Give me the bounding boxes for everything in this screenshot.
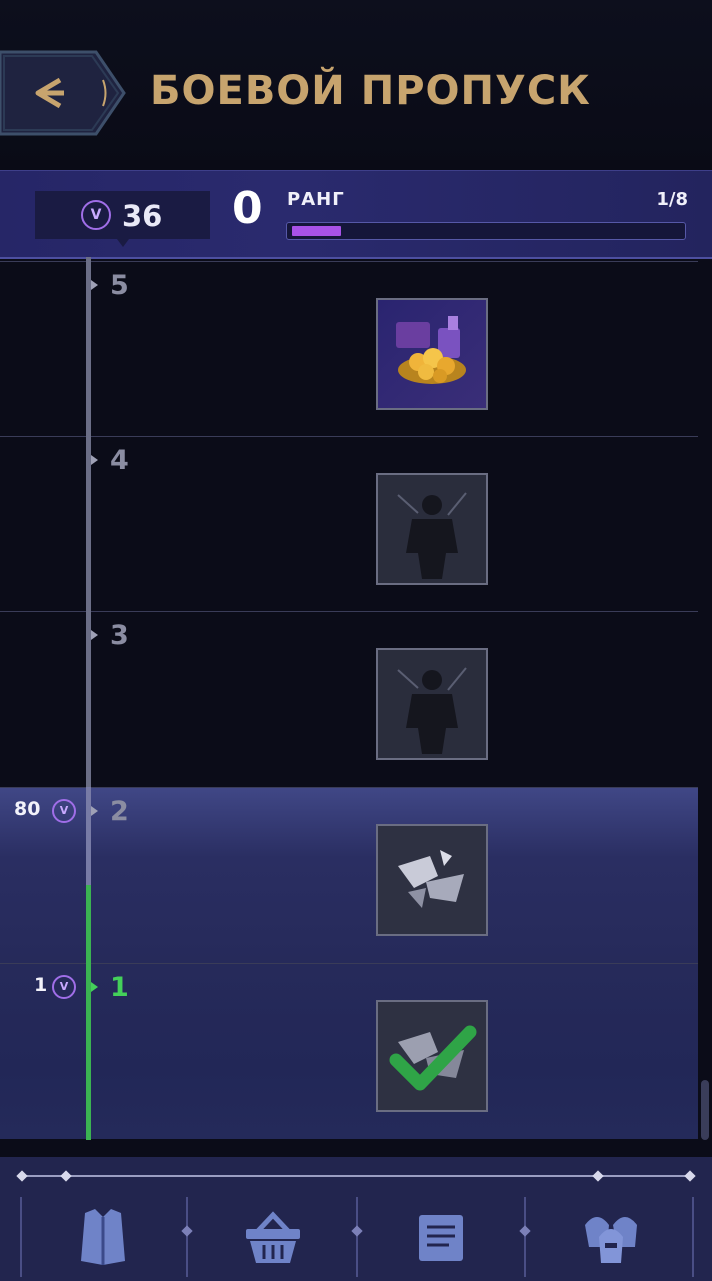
rank-number: 0	[232, 183, 263, 234]
reward-slot[interactable]	[376, 473, 488, 585]
currency-box: V 36	[35, 191, 210, 239]
back-arrow-icon	[0, 50, 126, 136]
divider-ornament	[60, 1170, 72, 1182]
divider-ornament	[592, 1170, 604, 1182]
reward-slot[interactable]	[376, 298, 488, 410]
tier-number: 1	[110, 972, 129, 1003]
tier-row: 1 V 1	[0, 963, 698, 1139]
tier-tick	[91, 982, 98, 992]
nav-separator	[692, 1197, 694, 1277]
reward-slot[interactable]	[376, 824, 488, 936]
v-coin-icon: V	[52, 799, 76, 823]
v-coin-icon: V	[81, 200, 111, 230]
nav-quests-button[interactable]	[406, 1202, 476, 1272]
locked-silhouette-icon	[378, 650, 486, 758]
nav-separator	[186, 1197, 188, 1277]
gold-treasure-icon	[396, 316, 466, 384]
quest-scroll-icon	[419, 1215, 463, 1261]
tier-cost: 1 V	[34, 974, 76, 999]
tier-row: 5	[0, 261, 698, 437]
rank-bar: V 36 0 РАНГ 1/8	[0, 170, 712, 259]
bottom-nav	[0, 1157, 712, 1281]
rank-progress-bar	[286, 222, 686, 240]
armor-icon	[81, 1209, 125, 1265]
tier-timeline	[86, 787, 91, 887]
currency-pointer	[117, 239, 129, 247]
divider-ornament	[16, 1170, 28, 1182]
reward-slot[interactable]	[376, 648, 488, 760]
nav-armor-button[interactable]	[68, 1202, 138, 1272]
tier-tick	[91, 280, 98, 290]
tier-number: 3	[110, 620, 129, 651]
nav-separator-ornament	[519, 1225, 531, 1237]
scrollbar[interactable]	[701, 1080, 709, 1140]
heroes-helmets-icon	[585, 1217, 637, 1263]
tier-timeline	[86, 257, 91, 787]
tier-list[interactable]: 5 4 3 80 V 2 1 V 1	[0, 257, 712, 1157]
locked-silhouette-icon	[378, 475, 486, 583]
currency-value: 36	[122, 199, 163, 233]
claimed-crystal-icon	[378, 1002, 486, 1110]
rank-label: РАНГ	[287, 189, 345, 210]
rank-progress-fill	[292, 226, 341, 236]
tier-tick	[91, 455, 98, 465]
nav-separator	[524, 1197, 526, 1277]
tier-cost: 80 V	[14, 798, 76, 823]
nav-separator	[356, 1197, 358, 1277]
nav-shop-button[interactable]	[238, 1202, 308, 1272]
nav-separator	[20, 1197, 22, 1277]
nav-heroes-button[interactable]	[576, 1202, 646, 1272]
header: БОЕВОЙ ПРОПУСК	[0, 0, 712, 170]
tier-row: 4	[0, 436, 698, 612]
tier-timeline-progress	[86, 885, 91, 1140]
tier-row: 80 V 2	[0, 787, 698, 963]
page-title: БОЕВОЙ ПРОПУСК	[150, 68, 591, 114]
tier-row: 3	[0, 611, 698, 787]
v-coin-icon: V	[52, 975, 76, 999]
back-button[interactable]	[0, 50, 126, 136]
rank-progress-count: 1/8	[656, 189, 688, 210]
nav-separator-ornament	[181, 1225, 193, 1237]
tier-number: 2	[110, 796, 129, 827]
divider-ornament	[684, 1170, 696, 1182]
reward-slot[interactable]	[376, 1000, 488, 1112]
tier-tick	[91, 806, 98, 816]
tier-number: 4	[110, 445, 129, 476]
shattered-crystal-icon	[378, 826, 486, 934]
tier-number: 5	[110, 270, 129, 301]
tier-tick	[91, 630, 98, 640]
nav-separator-ornament	[351, 1225, 363, 1237]
shop-basket-icon	[246, 1211, 300, 1263]
